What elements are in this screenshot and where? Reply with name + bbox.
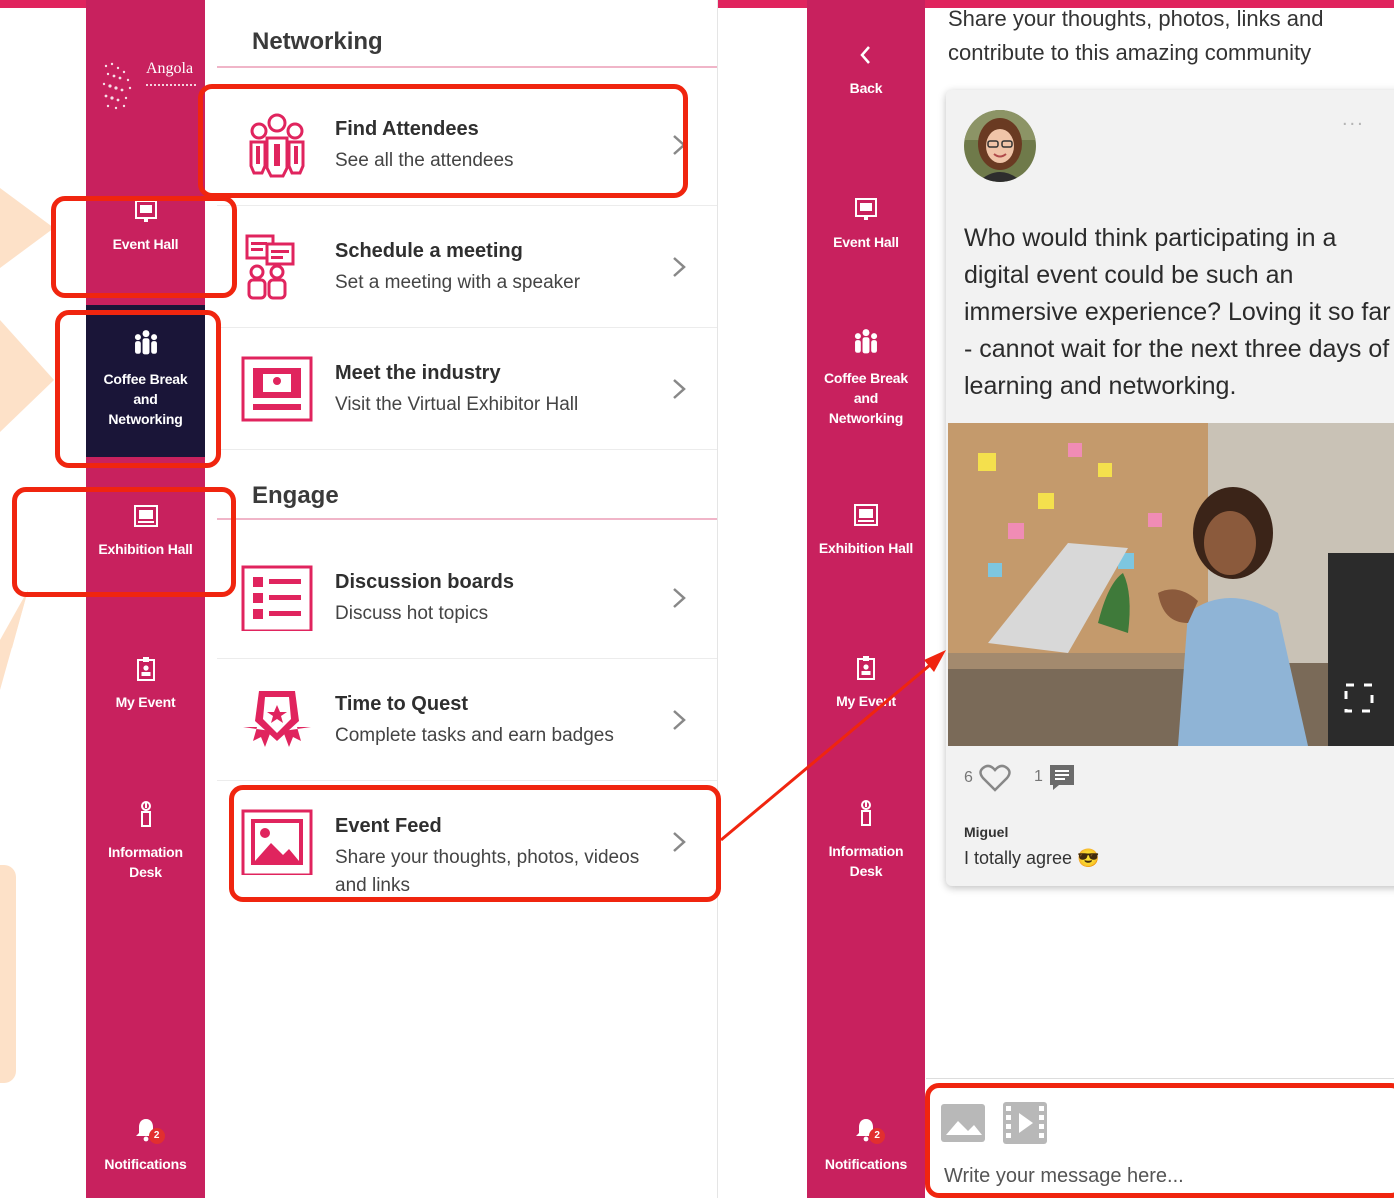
comment-icon [1049, 765, 1074, 790]
like-count: 6 [964, 769, 973, 786]
sidebar-item-label: Information Desk [828, 843, 904, 879]
sidebar-item-information-desk[interactable]: Information Desk [807, 795, 925, 895]
left-sidebar: Angola Event Hall Coffee Break and Netwo… [86, 0, 205, 1198]
sidebar-item-coffee-break[interactable]: Coffee Break and Networking [807, 328, 925, 448]
post-photo-image [948, 423, 1394, 746]
menu-row-discussion-boards[interactable]: Discussion boards Discuss hot topics [217, 537, 717, 659]
comment-text: I totally agree 😎 [964, 848, 1100, 868]
notification-badge: 2 [869, 1128, 885, 1144]
highlight-find-attendees [198, 84, 688, 198]
menu-row-meet-industry[interactable]: Meet the industry Visit the Virtual Exhi… [217, 328, 717, 450]
row-subtitle: Complete tasks and earn badges [335, 725, 614, 746]
menu-row-schedule-meeting[interactable]: Schedule a meeting Set a meeting with a … [217, 206, 717, 328]
avatar-image [964, 110, 1036, 182]
chevron-right-icon [673, 379, 686, 399]
post-card: ... Who would think participating in a d… [946, 90, 1394, 886]
sidebar-item-my-event[interactable]: My Event [807, 655, 925, 735]
sidebar-item-label: Exhibition Hall [818, 540, 914, 556]
schedule-meeting-icon [245, 234, 295, 300]
avatar[interactable] [964, 110, 1036, 182]
post-text: Who would think participating in a digit… [964, 224, 1391, 400]
sidebar-item-label: Notifications [824, 1156, 908, 1172]
sidebar-item-label: My Event [836, 693, 896, 709]
bell-wrapper: 2 [133, 1116, 165, 1146]
callout-box [0, 865, 16, 1083]
comment-count: 1 [1034, 768, 1043, 785]
sidebar-item-label: Information Desk [108, 844, 183, 880]
discussion-boards-icon [241, 565, 313, 631]
highlight-exhibition-hall [12, 487, 236, 597]
event-hall-icon [855, 198, 877, 220]
back-label: Back [849, 80, 883, 96]
sidebar-item-notifications[interactable]: 2 Notifications [86, 1116, 205, 1186]
section-divider [217, 66, 717, 68]
section-divider [217, 518, 717, 520]
sidebar-item-event-hall[interactable]: Event Hall [807, 196, 925, 276]
highlight-event-feed [229, 785, 721, 902]
row-title: Time to Quest [335, 693, 468, 715]
like-button[interactable]: 6 [964, 764, 1011, 792]
chevron-left-icon [860, 46, 870, 64]
chevron-right-icon [673, 588, 686, 608]
sidebar-item-label: Coffee Break and Networking [824, 370, 908, 426]
post-photo[interactable] [948, 423, 1394, 746]
event-logo: Angola [100, 58, 196, 114]
sidebar-item-information-desk[interactable]: Information Desk [86, 796, 205, 896]
sidebar-item-label: My Event [115, 694, 176, 710]
sidebar-item-label: Event Hall [833, 234, 899, 250]
menu-row-time-to-quest[interactable]: Time to Quest Complete tasks and earn ba… [217, 659, 717, 781]
chevron-right-icon [673, 257, 686, 277]
logo-text: Angola [146, 60, 194, 77]
bell-wrapper: 2 [853, 1116, 885, 1146]
section-title-networking: Networking [252, 28, 383, 55]
logo-dots-icon [102, 62, 132, 110]
row-title: Discussion boards [335, 571, 514, 593]
row-subtitle: Visit the Virtual Exhibitor Hall [335, 394, 579, 415]
back-button[interactable]: Back [807, 42, 925, 112]
sidebar-item-my-event[interactable]: My Event [86, 656, 205, 736]
sidebar-item-exhibition-hall[interactable]: Exhibition Hall [807, 502, 925, 582]
feed-intro-text: Share your thoughts, photos, links and c… [948, 6, 1324, 65]
info-icon [861, 800, 871, 826]
commenter-name[interactable]: Miguel [964, 824, 1008, 840]
logo-divider [146, 84, 196, 86]
info-icon [140, 801, 151, 827]
post-more-icon[interactable]: ... [1342, 108, 1365, 131]
exhibitor-hall-icon [241, 356, 313, 422]
highlight-coffee-break [55, 310, 221, 468]
people-group-icon [854, 329, 878, 354]
chevron-right-icon [673, 710, 686, 730]
highlight-event-hall [51, 196, 237, 298]
row-title: Schedule a meeting [335, 240, 523, 262]
sidebar-item-notifications[interactable]: 2 Notifications [807, 1116, 925, 1186]
heart-icon [979, 764, 1011, 792]
notification-badge: 2 [148, 1128, 165, 1144]
row-subtitle: Discuss hot topics [335, 603, 489, 624]
section-title-engage: Engage [252, 482, 339, 509]
badge-icon [857, 656, 875, 680]
highlight-composer [925, 1083, 1394, 1198]
quest-badge-icon [243, 691, 311, 747]
badge-icon [136, 657, 155, 681]
comment-button[interactable]: 1 [1034, 764, 1075, 790]
row-title: Meet the industry [335, 362, 501, 384]
sidebar-item-label: Notifications [104, 1156, 187, 1172]
right-sidebar: Back Event Hall Coffee Break and Network… [807, 0, 925, 1198]
row-subtitle: Set a meeting with a speaker [335, 272, 581, 293]
exhibition-hall-icon [854, 504, 878, 526]
